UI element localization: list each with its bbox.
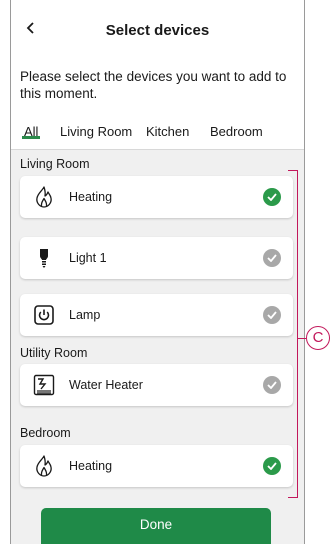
tab-bedroom[interactable]: Bedroom — [210, 122, 263, 139]
checkmark-icon[interactable] — [263, 376, 281, 394]
section-title-living-room: Living Room — [20, 157, 90, 171]
checkmark-icon[interactable] — [263, 306, 281, 324]
page-title: Select devices — [105, 22, 210, 39]
section-title-bedroom: Bedroom — [20, 426, 71, 440]
instructions-text: Please select the devices you want to ad… — [20, 69, 287, 101]
checkmark-icon[interactable] — [263, 188, 281, 206]
room-tabs: All Living Room Kitchen Bedroom — [11, 122, 304, 150]
phone-screen: Select devices Please select the devices… — [10, 0, 305, 544]
device-label: Lamp — [69, 308, 101, 322]
water-heater-icon — [32, 373, 56, 397]
device-card-heating[interactable]: Heating — [20, 176, 293, 218]
device-card-heating-bedroom[interactable]: Heating — [20, 445, 293, 487]
device-label: Heating — [69, 190, 113, 204]
tab-all[interactable]: All — [21, 122, 41, 139]
tab-kitchen[interactable]: Kitchen — [146, 122, 189, 139]
bulb-icon — [32, 246, 56, 270]
device-label: Heating — [69, 459, 113, 473]
flame-icon — [32, 454, 56, 478]
device-label: Water Heater — [69, 378, 143, 392]
section-title-utility-room: Utility Room — [20, 346, 88, 360]
tab-living-room[interactable]: Living Room — [60, 122, 132, 139]
header: Select devices Please select the devices… — [11, 0, 304, 150]
done-button[interactable]: Done — [41, 508, 271, 544]
callout-badge: C — [306, 326, 330, 350]
callout-connector — [298, 338, 306, 339]
callout-bracket — [288, 170, 298, 498]
device-card-light-1[interactable]: Light 1 — [20, 237, 293, 279]
power-socket-icon — [32, 303, 56, 327]
device-card-lamp[interactable]: Lamp — [20, 294, 293, 336]
device-label: Light 1 — [69, 251, 107, 265]
checkmark-icon[interactable] — [263, 457, 281, 475]
checkmark-icon[interactable] — [263, 249, 281, 267]
flame-icon — [32, 185, 56, 209]
device-card-water-heater[interactable]: Water Heater — [20, 364, 293, 406]
